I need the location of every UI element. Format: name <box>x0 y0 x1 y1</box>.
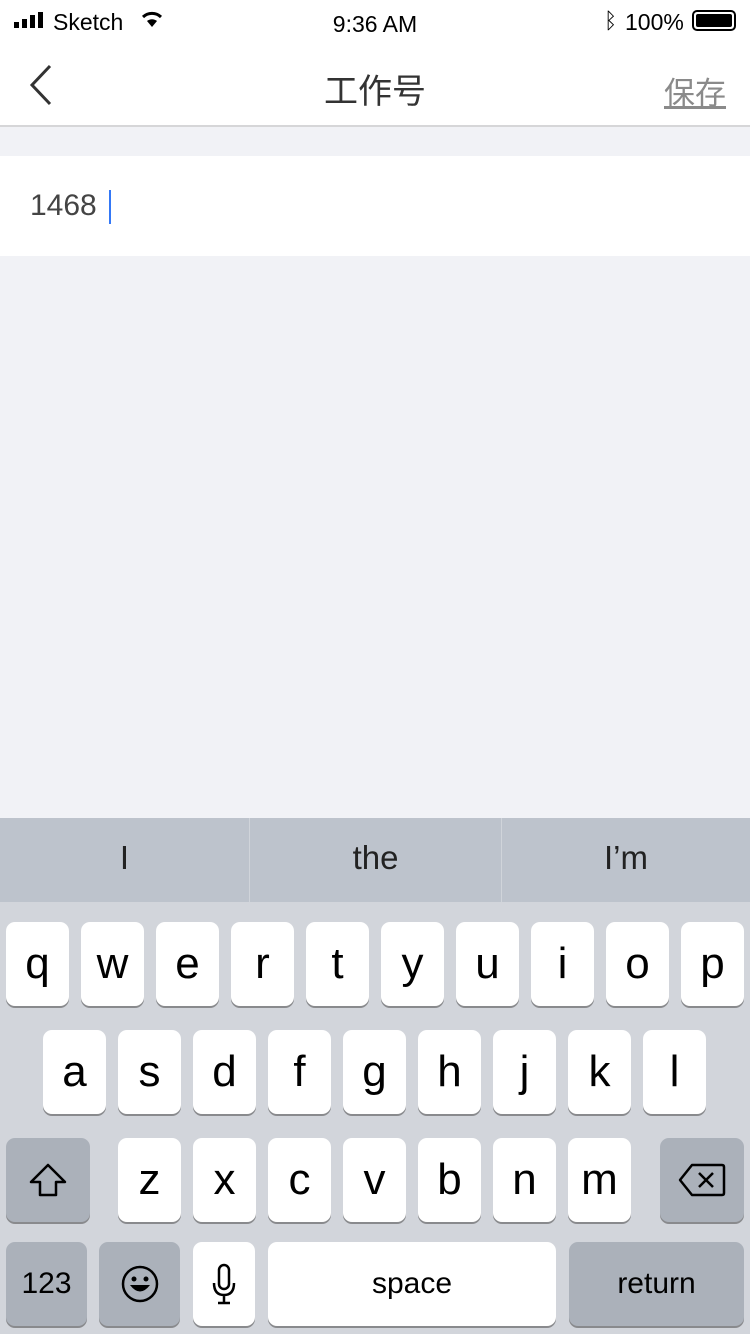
delete-key[interactable] <box>660 1138 744 1222</box>
status-bar: Sketch 9:36 AM ᛒ 100% <box>0 0 750 44</box>
emoji-icon <box>121 1265 158 1303</box>
suggestion-item[interactable]: the <box>250 818 501 902</box>
save-button[interactable]: 保存 <box>664 68 726 113</box>
space-key[interactable]: space <box>268 1242 556 1326</box>
job-number-input[interactable]: 1468 <box>0 156 750 256</box>
key-r[interactable]: r <box>231 922 294 1006</box>
key-n[interactable]: n <box>493 1138 556 1222</box>
key-x[interactable]: x <box>193 1138 256 1222</box>
key-d[interactable]: d <box>193 1030 256 1114</box>
key-o[interactable]: o <box>606 922 669 1006</box>
key-y[interactable]: y <box>381 922 444 1006</box>
key-h[interactable]: h <box>418 1030 481 1114</box>
suggestion-item[interactable]: I <box>0 818 249 902</box>
battery-percent: 100% <box>625 9 684 35</box>
key-b[interactable]: b <box>418 1138 481 1222</box>
key-q[interactable]: q <box>6 922 69 1006</box>
return-key[interactable]: return <box>569 1242 744 1326</box>
key-p[interactable]: p <box>681 922 744 1006</box>
microphone-icon <box>212 1263 236 1305</box>
text-cursor <box>109 190 111 224</box>
bluetooth-icon: ᛒ <box>604 8 618 33</box>
battery-icon <box>692 10 736 31</box>
numbers-key[interactable]: 123 <box>6 1242 87 1326</box>
key-l[interactable]: l <box>643 1030 706 1114</box>
suggestion-bar: I the I’m <box>0 818 750 902</box>
key-w[interactable]: w <box>81 922 144 1006</box>
dictation-key[interactable] <box>193 1242 255 1326</box>
key-m[interactable]: m <box>568 1138 631 1222</box>
suggestion-item[interactable]: I’m <box>502 818 750 902</box>
key-j[interactable]: j <box>493 1030 556 1114</box>
key-i[interactable]: i <box>531 922 594 1006</box>
nav-bar: 工作号 保存 <box>0 44 750 127</box>
key-z[interactable]: z <box>118 1138 181 1222</box>
key-s[interactable]: s <box>118 1030 181 1114</box>
key-k[interactable]: k <box>568 1030 631 1114</box>
key-u[interactable]: u <box>456 922 519 1006</box>
key-f[interactable]: f <box>268 1030 331 1114</box>
key-g[interactable]: g <box>343 1030 406 1114</box>
key-c[interactable]: c <box>268 1138 331 1222</box>
page-title: 工作号 <box>324 73 426 111</box>
emoji-key[interactable] <box>99 1242 180 1326</box>
backspace-icon <box>678 1163 726 1197</box>
key-a[interactable]: a <box>43 1030 106 1114</box>
keyboard: 123 space return qwertyuiop asdfghjkl zxcv… <box>0 902 750 1334</box>
key-t[interactable]: t <box>306 922 369 1006</box>
input-value: 1468 <box>30 189 97 222</box>
key-v[interactable]: v <box>343 1138 406 1222</box>
key-e[interactable]: e <box>156 922 219 1006</box>
shift-key[interactable] <box>6 1138 90 1222</box>
shift-icon <box>29 1163 67 1197</box>
